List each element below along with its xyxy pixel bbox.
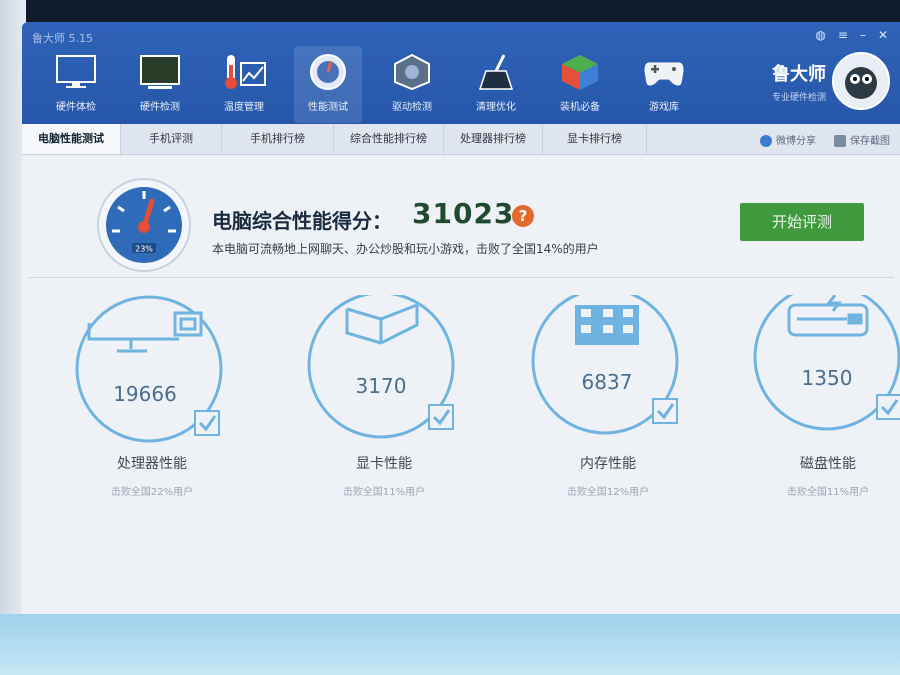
memory-rank: 击败全国12%用户 <box>566 487 650 498</box>
brand-subtitle: 专业硬件检测 <box>771 92 826 103</box>
nav-label: 硬件体检 <box>56 102 96 113</box>
sub-tabs: 电脑性能测试 手机评测 手机排行榜 综合性能排行榜 处理器排行榜 显卡排行榜 微… <box>22 124 900 155</box>
screen-icon <box>137 52 183 92</box>
nav-item-essentials[interactable]: 装机必备 <box>538 52 622 113</box>
nav-item-performance[interactable]: 性能测试 <box>286 46 370 123</box>
memory-name: 内存性能 <box>580 456 636 472</box>
disk-name: 磁盘性能 <box>800 456 856 472</box>
nav-label: 游戏库 <box>649 102 679 113</box>
speedometer-icon <box>305 52 351 92</box>
cube-icon <box>557 52 603 92</box>
score-title: 电脑综合性能得分： <box>212 209 392 233</box>
nav-item-games[interactable]: 游戏库 <box>622 52 706 113</box>
graphics-cube-icon <box>345 303 419 345</box>
tab-pc-performance[interactable]: 电脑性能测试 <box>22 124 121 154</box>
skin-icon[interactable]: ◍ <box>815 28 825 42</box>
disk-score-ring: 1350 <box>753 295 900 431</box>
weibo-share-button[interactable]: 微博分享 <box>760 132 816 147</box>
help-icon[interactable]: ? <box>512 205 534 227</box>
nav-label: 温度管理 <box>224 102 264 113</box>
nav-label: 装机必备 <box>560 102 600 113</box>
cpu-monitor-icon <box>87 311 203 353</box>
hard-disk-icon <box>787 295 869 337</box>
nav-item-hardware-detect[interactable]: 硬件检测 <box>118 52 202 113</box>
gpu-score: 3170 <box>356 374 407 398</box>
app-window: 鲁大师 5.15 ◍ ≡ – ✕ 硬件体检 硬件检测 温度管理 性能测试 驱动检… <box>22 22 900 634</box>
cpu-score: 19666 <box>113 382 177 406</box>
speed-gauge-icon: 23% <box>96 177 192 277</box>
menu-icon[interactable]: ≡ <box>838 28 848 42</box>
tab-overall-ranking[interactable]: 综合性能排行榜 <box>334 124 444 154</box>
nav-label: 硬件检测 <box>140 102 180 113</box>
share-area: 微博分享 保存截图 <box>760 124 890 154</box>
cpu-check-icon <box>194 410 220 436</box>
brand: 鲁大师 专业硬件检测 <box>772 52 890 110</box>
save-screenshot-button[interactable]: 保存截图 <box>834 132 890 147</box>
camera-icon <box>834 134 846 147</box>
cpu-name: 处理器性能 <box>117 456 187 472</box>
memory-card: 6837 内存性能 击败全国12%用户 <box>508 295 708 498</box>
nav-item-hardware-checkup[interactable]: 硬件体检 <box>34 52 118 113</box>
desktop-background <box>0 614 900 675</box>
avatar[interactable] <box>832 52 890 110</box>
brand-name: 鲁大师 <box>772 63 826 85</box>
divider <box>28 277 894 278</box>
main-content: 23% 电脑综合性能得分： 31023 ? 本电脑可流畅地上网聊天、办公炒股和玩… <box>22 155 900 634</box>
gpu-card: 3170 显卡性能 击败全国11%用户 <box>284 295 484 498</box>
gauge-label: 23% <box>135 245 153 254</box>
close-icon[interactable]: ✕ <box>878 28 888 42</box>
gpu-score-ring: 3170 <box>307 295 455 439</box>
tab-phone-ranking[interactable]: 手机排行榜 <box>222 124 334 154</box>
tab-gpu-ranking[interactable]: 显卡排行榜 <box>543 124 647 154</box>
window-title: 鲁大师 5.15 <box>32 32 93 45</box>
cpu-card: 19666 处理器性能 击败全国22%用户 <box>52 295 252 498</box>
minimize-icon[interactable]: – <box>860 28 866 42</box>
memory-score-ring: 6837 <box>531 295 679 435</box>
broom-icon <box>473 52 519 92</box>
memory-check-icon <box>652 398 678 424</box>
gamepad-icon <box>641 52 687 92</box>
weibo-icon <box>760 134 772 147</box>
nav-label: 清理优化 <box>476 102 516 113</box>
main-nav: 硬件体检 硬件检测 温度管理 性能测试 驱动检测 清理优化 装机必备 游戏库 <box>34 46 706 123</box>
thermometer-icon <box>221 52 267 92</box>
start-test-button[interactable]: 开始评测 <box>740 203 864 241</box>
window-controls: ◍ ≡ – ✕ <box>815 28 888 42</box>
tab-cpu-ranking[interactable]: 处理器排行榜 <box>444 124 543 154</box>
driver-gear-icon <box>389 52 435 92</box>
disk-card: 1350 磁盘性能 击败全国11%用户 <box>728 295 900 498</box>
score-description: 本电脑可流畅地上网聊天、办公炒股和玩小游戏，击败了全国14%的用户 <box>212 242 599 256</box>
tab-phone-review[interactable]: 手机评测 <box>121 124 222 154</box>
memory-score: 6837 <box>582 370 633 394</box>
cpu-rank: 击败全国22%用户 <box>110 487 194 498</box>
monitor-icon <box>53 52 99 92</box>
memory-chip-icon <box>575 305 639 345</box>
disk-rank: 击败全国11%用户 <box>786 487 870 498</box>
overall-score: 31023 <box>412 197 515 230</box>
disk-score: 1350 <box>802 366 853 390</box>
gpu-name: 显卡性能 <box>356 456 412 472</box>
nav-label: 驱动检测 <box>392 102 432 113</box>
gpu-rank: 击败全国11%用户 <box>342 487 426 498</box>
gpu-check-icon <box>428 404 454 430</box>
nav-item-cleanup[interactable]: 清理优化 <box>454 52 538 113</box>
disk-check-icon <box>876 394 900 420</box>
nav-item-driver[interactable]: 驱动检测 <box>370 52 454 113</box>
cpu-score-ring: 19666 <box>75 295 223 443</box>
nav-item-temperature[interactable]: 温度管理 <box>202 52 286 113</box>
title-bar: 鲁大师 5.15 ◍ ≡ – ✕ 硬件体检 硬件检测 温度管理 性能测试 驱动检… <box>22 22 900 124</box>
nav-label: 性能测试 <box>308 102 348 113</box>
